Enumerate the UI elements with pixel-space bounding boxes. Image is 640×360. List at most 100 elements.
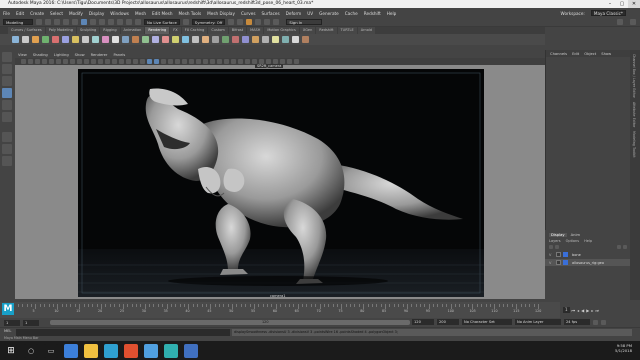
- symmetry-dropdown[interactable]: Symmetry: Off: [191, 19, 226, 25]
- side-tab-channel-box[interactable]: Channel Box / Layer Editor: [632, 54, 636, 98]
- shelf-tab-sculpting[interactable]: Sculpting: [76, 27, 100, 34]
- current-frame-field[interactable]: 1: [563, 307, 570, 313]
- panel-toolbar-icon[interactable]: [154, 59, 159, 64]
- menu-mesh[interactable]: Mesh: [135, 11, 146, 16]
- shelf-tool-icon[interactable]: [12, 36, 19, 43]
- side-tab-modeling-toolkit[interactable]: Modeling Toolkit: [632, 131, 636, 158]
- layer-tab-display[interactable]: Display: [549, 233, 567, 237]
- range-slider-bar[interactable]: [50, 320, 410, 325]
- layer-row[interactable]: V allosaurus_rig:geo: [545, 259, 630, 266]
- panel-toolbar-icon[interactable]: [56, 59, 61, 64]
- shelf-tool-icon[interactable]: [152, 36, 159, 43]
- menu-generate[interactable]: Generate: [319, 11, 339, 16]
- shelf-tool-icon[interactable]: [72, 36, 79, 43]
- menu-deform[interactable]: Deform: [286, 11, 302, 16]
- panel-toolbar-icon[interactable]: [49, 59, 54, 64]
- panel-menu-lighting[interactable]: Lighting: [54, 53, 69, 57]
- panel-toolbar-icon[interactable]: [196, 59, 201, 64]
- task-view-icon[interactable]: ▭: [44, 343, 58, 358]
- panel-menu-shading[interactable]: Shading: [33, 53, 48, 57]
- windows-start-icon[interactable]: ⊞: [4, 343, 18, 358]
- menu-mesh-tools[interactable]: Mesh Tools: [179, 11, 202, 16]
- select-component-icon[interactable]: [99, 19, 105, 25]
- anim-layer-dropdown[interactable]: No Anim Layer: [515, 319, 561, 325]
- ipr-render-icon[interactable]: [255, 19, 262, 25]
- snap-view-icon[interactable]: [135, 19, 141, 25]
- taskbar-app-photoshop-icon[interactable]: [144, 343, 158, 358]
- snap-grid-icon[interactable]: [108, 19, 114, 25]
- layer-menu-help[interactable]: Help: [584, 239, 592, 243]
- new-layer-icon[interactable]: [617, 245, 621, 249]
- menu-edit-mesh[interactable]: Edit Mesh: [152, 11, 172, 16]
- shelf-tool-icon[interactable]: [262, 36, 269, 43]
- shelf-tool-icon[interactable]: [182, 36, 189, 43]
- shelf-tool-icon[interactable]: [212, 36, 219, 43]
- panel-menu-renderer[interactable]: Renderer: [91, 53, 108, 57]
- panel-toolbar-icon[interactable]: [105, 59, 110, 64]
- taskbar-app-word-icon[interactable]: [184, 343, 198, 358]
- end-time-field[interactable]: 200: [437, 319, 459, 325]
- move-layer-up-icon[interactable]: [549, 245, 553, 249]
- panel-toolbar-icon[interactable]: [161, 59, 166, 64]
- animation-prefs-icon[interactable]: [601, 319, 606, 325]
- channel-menu-show[interactable]: Show: [601, 52, 611, 56]
- step-back-icon[interactable]: ◂: [577, 308, 579, 313]
- open-scene-icon[interactable]: [45, 19, 51, 25]
- shelf-tool-icon[interactable]: [192, 36, 199, 43]
- menu-create[interactable]: Create: [30, 11, 44, 16]
- shelf-tool-icon[interactable]: [62, 36, 69, 43]
- render-icon[interactable]: [246, 19, 253, 25]
- layer-name[interactable]: bone: [570, 253, 583, 257]
- shelf-tab-fx[interactable]: FX: [170, 27, 181, 34]
- shelf-tool-icon[interactable]: [112, 36, 119, 43]
- shelf-tool-icon[interactable]: [82, 36, 89, 43]
- undo-icon[interactable]: [63, 19, 69, 25]
- close-button[interactable]: ✕: [628, 0, 640, 8]
- shelf-tab-rigging[interactable]: Rigging: [100, 27, 120, 34]
- menu-mesh-display[interactable]: Mesh Display: [207, 11, 235, 16]
- layer-type-toggle[interactable]: [556, 252, 561, 257]
- layer-name[interactable]: allosaurus_rig:geo: [570, 261, 606, 265]
- shelf-tool-icon[interactable]: [252, 36, 259, 43]
- minimize-button[interactable]: –: [604, 0, 616, 8]
- shelf-tool-icon[interactable]: [292, 36, 299, 43]
- layer-tab-anim[interactable]: Anim: [571, 233, 580, 237]
- fps-dropdown[interactable]: 24 fps: [564, 319, 590, 325]
- command-input[interactable]: [16, 329, 230, 336]
- single-pane-layout-icon[interactable]: [2, 132, 12, 142]
- panel-toolbar-icon[interactable]: [28, 59, 33, 64]
- shelf-tool-icon[interactable]: [242, 36, 249, 43]
- shelf-tool-icon[interactable]: [282, 36, 289, 43]
- shelf-tool-icon[interactable]: [92, 36, 99, 43]
- paint-select-tool-icon[interactable]: [2, 76, 12, 86]
- shelf-tab-animation[interactable]: Animation: [120, 27, 145, 34]
- taskbar-clock[interactable]: 9:58 PM 5/1/2018: [615, 343, 632, 353]
- save-scene-icon[interactable]: [54, 19, 60, 25]
- shelf-tab-fx-caching[interactable]: FX Caching: [181, 27, 208, 34]
- command-language-toggle[interactable]: MEL: [4, 329, 11, 333]
- shelf-tab-arnold[interactable]: Arnold: [357, 27, 376, 34]
- panel-menu-show[interactable]: Show: [75, 53, 85, 57]
- panel-toolbar-icon[interactable]: [84, 59, 89, 64]
- shelf-tool-icon[interactable]: [222, 36, 229, 43]
- shelf-tool-icon[interactable]: [22, 36, 29, 43]
- history-icon[interactable]: [228, 19, 235, 25]
- layer-row[interactable]: V bone: [545, 251, 630, 258]
- panel-toolbar-icon[interactable]: [175, 59, 180, 64]
- panel-toolbar-icon[interactable]: [182, 59, 187, 64]
- menu-windows[interactable]: Windows: [110, 11, 129, 16]
- outliner-layout-icon[interactable]: [2, 156, 12, 166]
- shelf-tool-icon[interactable]: [272, 36, 279, 43]
- shelf-tab-custom[interactable]: Custom: [208, 27, 228, 34]
- menu-file[interactable]: File: [3, 11, 10, 16]
- four-pane-layout-icon[interactable]: [2, 144, 12, 154]
- menu-select[interactable]: Select: [50, 11, 63, 16]
- go-to-start-icon[interactable]: ⏮: [572, 308, 576, 313]
- shelf-tab-curves-surfaces[interactable]: Curves / Surfaces: [8, 27, 45, 34]
- select-object-icon[interactable]: [90, 19, 96, 25]
- new-layer-selected-icon[interactable]: [623, 245, 627, 249]
- shelf-tool-icon[interactable]: [52, 36, 59, 43]
- menu-surfaces[interactable]: Surfaces: [262, 11, 280, 16]
- side-tab-attribute-editor[interactable]: Attribute Editor: [632, 102, 636, 127]
- lasso-tool-icon[interactable]: [2, 64, 12, 74]
